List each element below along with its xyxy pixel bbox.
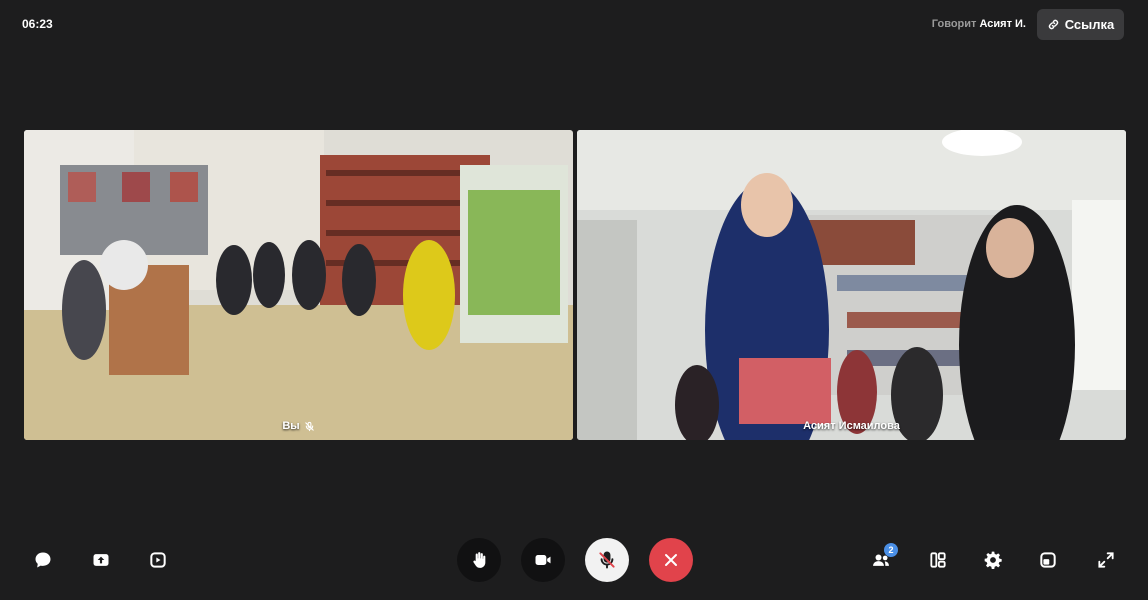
speaking-prefix: Говорит	[931, 18, 977, 30]
settings-icon	[984, 551, 1002, 569]
mic-off-icon	[599, 551, 615, 569]
pip-icon	[1040, 552, 1056, 568]
end-call-button[interactable]	[649, 538, 693, 582]
speaker-video-feed	[577, 130, 1126, 440]
speaker-name: Асият Исмаилова	[803, 420, 900, 432]
camera-button[interactable]	[521, 538, 565, 582]
fullscreen-button[interactable]	[1091, 545, 1121, 575]
self-name: Вы	[282, 420, 300, 432]
participants-count-badge: 2	[884, 543, 898, 557]
link-label: Ссылка	[1064, 17, 1115, 32]
screen-share-button[interactable]	[86, 545, 116, 575]
self-tile-label: Вы	[24, 420, 573, 432]
picture-in-picture-button[interactable]	[1033, 545, 1063, 575]
active-speaker-indicator: Говорит Асият И.	[932, 18, 1026, 30]
raise-hand-button[interactable]	[457, 538, 501, 582]
end-call-icon	[665, 554, 677, 566]
chat-button[interactable]	[28, 545, 58, 575]
record-button[interactable]	[143, 545, 173, 575]
camera-icon	[535, 555, 551, 565]
mic-off-icon	[304, 421, 314, 431]
raise-hand-icon	[473, 552, 486, 568]
link-icon	[1048, 19, 1058, 30]
fullscreen-icon	[1098, 552, 1114, 568]
screen-share-icon	[93, 554, 109, 566]
layout-icon	[930, 552, 946, 568]
speaking-name: Асият И.	[979, 18, 1026, 30]
settings-button[interactable]	[978, 545, 1008, 575]
call-timer: 06:23	[22, 17, 53, 31]
microphone-button[interactable]	[585, 538, 629, 582]
chat-icon	[35, 552, 51, 568]
video-tile-self[interactable]: Вы	[24, 130, 573, 440]
video-tile-speaker[interactable]: Асият Исмаилова	[577, 130, 1126, 440]
copy-link-button[interactable]: Ссылка	[1037, 9, 1124, 40]
record-icon	[150, 552, 166, 568]
layout-button[interactable]	[923, 545, 953, 575]
speaker-tile-label: Асият Исмаилова	[577, 420, 1126, 432]
self-video-feed	[24, 130, 573, 440]
